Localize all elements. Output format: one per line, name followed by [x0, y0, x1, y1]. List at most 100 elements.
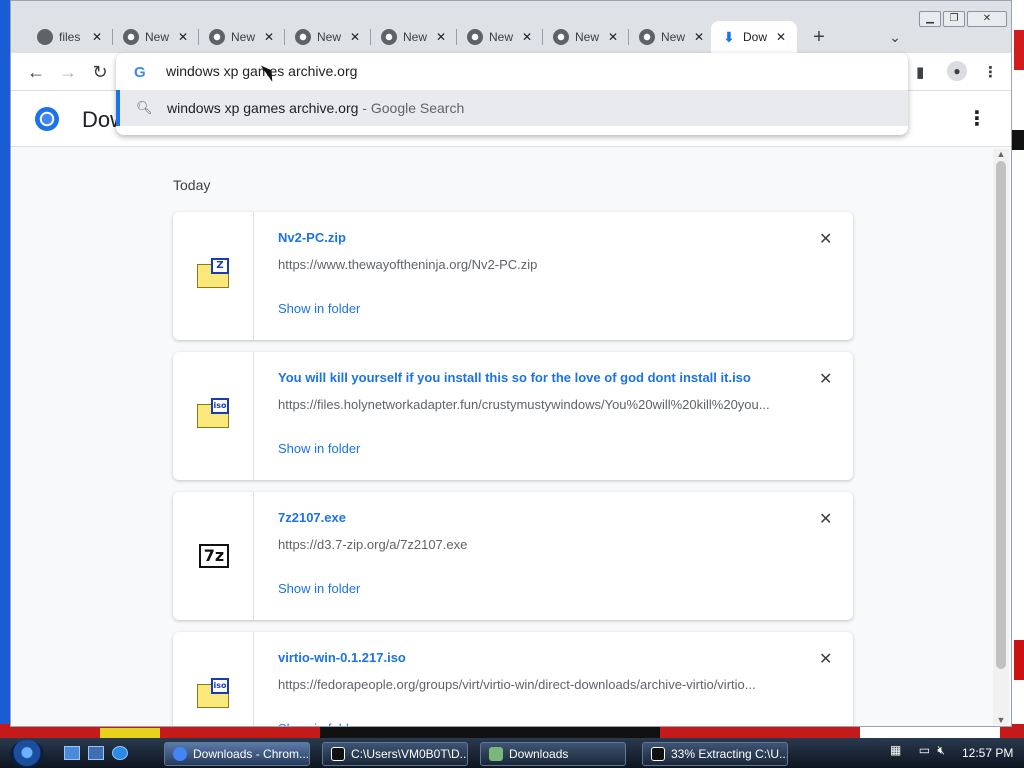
chrome-icon: [553, 29, 569, 45]
profile-avatar-icon[interactable]: ●: [947, 61, 967, 81]
taskbar-button-chrome[interactable]: Downloads - Chrom...: [164, 742, 310, 766]
scroll-down-arrow-icon[interactable]: ▼: [993, 715, 1009, 725]
tab-label: New: [403, 30, 428, 44]
chrome-icon: [467, 29, 483, 45]
more-actions-icon[interactable]: ⋮: [967, 107, 987, 131]
back-arrow-icon[interactable]: ←: [23, 59, 49, 85]
7zip-icon: [331, 747, 345, 761]
show-in-folder-link[interactable]: Show in folder: [278, 441, 360, 456]
scroll-up-arrow-icon[interactable]: ▲: [993, 149, 1009, 159]
chrome-menu-icon[interactable]: ⋮: [983, 63, 998, 81]
file-url[interactable]: https://d3.7-zip.org/a/7z2107.exe: [278, 537, 788, 552]
forward-arrow-icon[interactable]: →: [55, 59, 81, 85]
close-icon[interactable]: ✕: [261, 30, 277, 44]
download-item: 7z 7z2107.exe https://d3.7-zip.org/a/7z2…: [173, 492, 853, 620]
tab-new-2[interactable]: New ✕: [199, 21, 285, 53]
taskbar-clock[interactable]: 12:57 PM: [962, 746, 1013, 760]
file-name-link[interactable]: You will kill yourself if you install th…: [278, 370, 751, 385]
close-icon[interactable]: ✕: [691, 30, 707, 44]
close-icon[interactable]: ✕: [347, 30, 363, 44]
file-name-link[interactable]: 7z2107.exe: [278, 510, 346, 525]
switch-windows-icon[interactable]: [88, 746, 104, 760]
tab-new-5[interactable]: New ✕: [457, 21, 543, 53]
scrollbar[interactable]: ▲ ▼: [993, 149, 1009, 725]
chrome-icon: [173, 747, 187, 761]
tab-files[interactable]: files ✕: [27, 21, 113, 53]
show-in-folder-link[interactable]: Show in folder: [278, 301, 360, 316]
folder-icon: [489, 747, 503, 761]
display-icon[interactable]: ▭: [919, 743, 930, 757]
chrome-icon: [209, 29, 225, 45]
globe-icon: [37, 29, 53, 45]
section-date-heading: Today: [173, 177, 211, 193]
tab-label: files: [59, 30, 81, 44]
tab-label: New: [489, 30, 514, 44]
download-icon: ⬇: [723, 29, 735, 45]
internet-explorer-icon[interactable]: [112, 746, 128, 760]
iso-file-icon: iso: [197, 398, 229, 428]
side-panel-icon[interactable]: ▮: [916, 63, 924, 81]
close-icon[interactable]: ✕: [773, 30, 789, 44]
tab-label: New: [317, 30, 342, 44]
network-icon[interactable]: ▦: [890, 743, 901, 757]
system-tray: ▦ ▭ 🔇︎: [890, 743, 945, 758]
google-g-icon: G: [134, 64, 146, 81]
maximize-button[interactable]: ❐: [943, 11, 965, 27]
suggestion-suffix: - Google Search: [358, 100, 465, 116]
tab-label: New: [575, 30, 600, 44]
7zip-icon: [651, 747, 665, 761]
chrome-icon: [639, 29, 655, 45]
start-button[interactable]: [10, 740, 44, 768]
suggestion-query: windows xp games archive.org: [167, 100, 359, 116]
tab-label: New: [231, 30, 256, 44]
file-name-link[interactable]: virtio-win-0.1.217.iso: [278, 650, 406, 665]
close-icon[interactable]: ✕: [519, 30, 535, 44]
tab-new-3[interactable]: New ✕: [285, 21, 371, 53]
tab-new-1[interactable]: New ✕: [113, 21, 199, 53]
chrome-icon: [295, 29, 311, 45]
close-icon[interactable]: ✕: [605, 30, 621, 44]
desktop-edge-right: [1012, 0, 1024, 738]
chrome-icon: [123, 29, 139, 45]
taskbar-button-extracting[interactable]: 33% Extracting C:\U...: [642, 742, 788, 766]
volume-muted-icon[interactable]: 🔇︎: [937, 743, 945, 757]
remove-item-close-icon[interactable]: ✕: [819, 229, 832, 249]
file-name-link[interactable]: Nv2-PC.zip: [278, 230, 346, 245]
new-tab-button[interactable]: +: [807, 25, 831, 49]
file-url[interactable]: https://fedorapeople.org/groups/virt/vir…: [278, 677, 788, 692]
tab-label: New: [145, 30, 170, 44]
download-item: Z Nv2-PC.zip https://www.thewayoftheninj…: [173, 212, 853, 340]
close-icon[interactable]: ✕: [433, 30, 449, 44]
windows-taskbar: Downloads - Chrom... C:\Users\VM0B0T\D..…: [0, 738, 1024, 768]
show-desktop-icon[interactable]: [64, 746, 80, 760]
file-url[interactable]: https://files.holynetworkadapter.fun/cru…: [278, 397, 788, 412]
tab-new-7[interactable]: New ✕: [629, 21, 715, 53]
remove-item-close-icon[interactable]: ✕: [819, 369, 832, 389]
downloads-page: Downloads ⋮ ▲ ▼ Today Z Nv2-PC.zip https…: [11, 91, 1011, 726]
close-window-button[interactable]: ✕: [967, 11, 1007, 27]
chrome-icon: [381, 29, 397, 45]
show-in-folder-link[interactable]: Show in folder: [278, 721, 360, 726]
minimize-button[interactable]: ▁: [919, 11, 941, 27]
file-url[interactable]: https://www.thewayoftheninja.org/Nv2-PC.…: [278, 257, 788, 272]
omnibox-suggestion[interactable]: 🔍︎ windows xp games archive.org - Google…: [116, 90, 908, 126]
tab-new-6[interactable]: New ✕: [543, 21, 629, 53]
close-icon[interactable]: ✕: [175, 30, 191, 44]
taskbar-button-7zip[interactable]: C:\Users\VM0B0T\D...: [322, 742, 468, 766]
reload-icon[interactable]: ↻: [87, 59, 113, 85]
remove-item-close-icon[interactable]: ✕: [819, 509, 832, 529]
tab-new-4[interactable]: New ✕: [371, 21, 457, 53]
show-in-folder-link[interactable]: Show in folder: [278, 581, 360, 596]
remove-item-close-icon[interactable]: ✕: [819, 649, 832, 669]
iso-file-icon: iso: [197, 678, 229, 708]
tab-label: New: [661, 30, 686, 44]
taskbar-button-explorer[interactable]: Downloads: [480, 742, 626, 766]
tab-strip: files ✕ New ✕ New ✕ New ✕ New ✕ New ✕ Ne…: [11, 1, 1011, 53]
scrollbar-thumb[interactable]: [996, 161, 1006, 669]
download-item: iso virtio-win-0.1.217.iso https://fedor…: [173, 632, 853, 726]
close-icon[interactable]: ✕: [89, 30, 105, 44]
omnibox-dropdown: G 🔍︎ windows xp games archive.org - Goog…: [116, 53, 908, 135]
chrome-logo-icon: [35, 107, 59, 131]
tab-downloads[interactable]: ⬇ Dow ✕: [711, 21, 797, 53]
tab-search-chevron-icon[interactable]: ⌄: [883, 25, 907, 49]
